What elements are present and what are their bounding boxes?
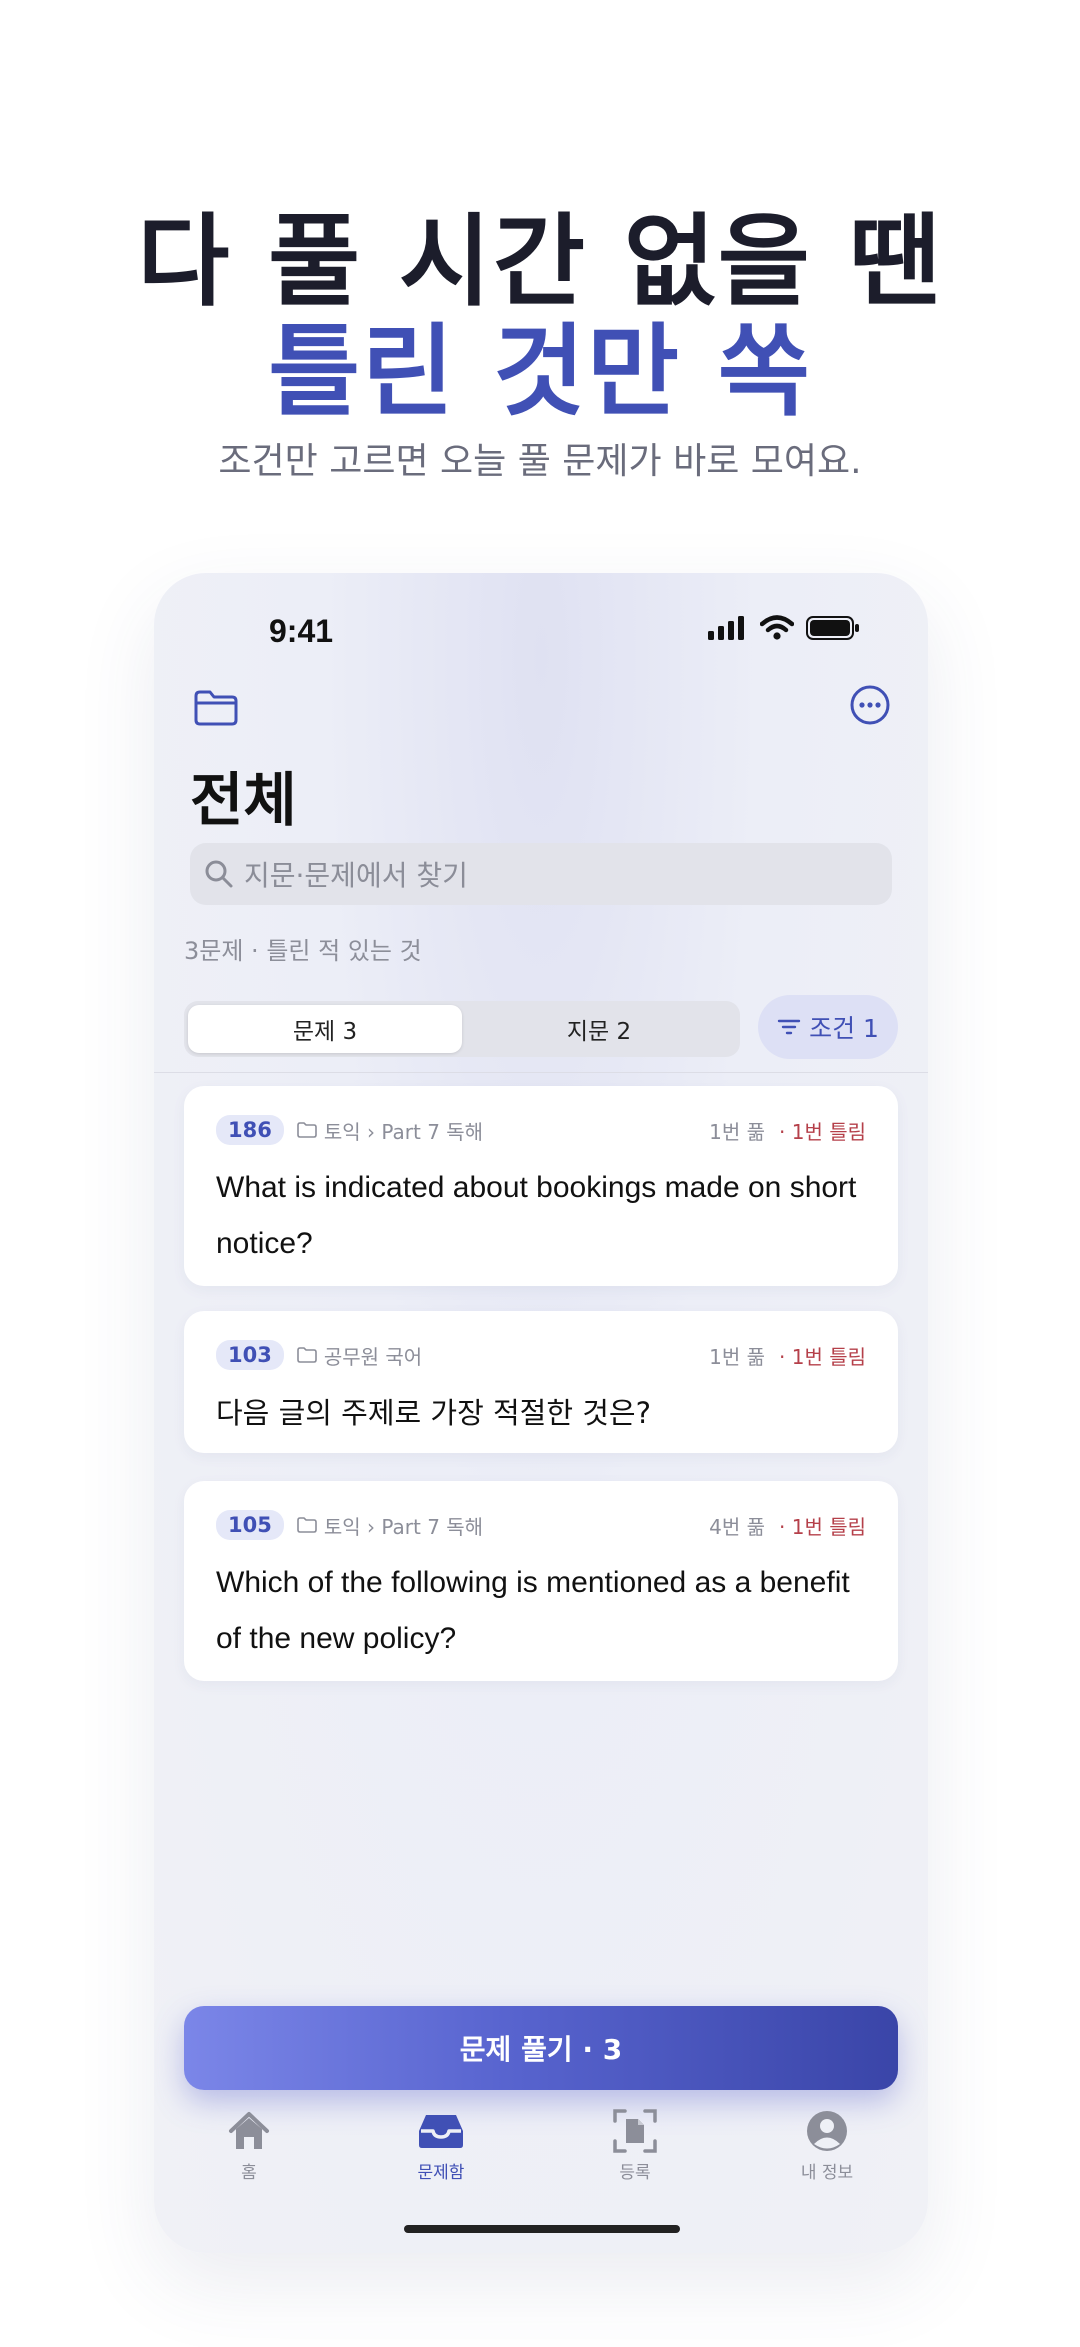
folder-icon xyxy=(297,1517,317,1533)
question-text: What is indicated about bookings made on… xyxy=(216,1171,857,1260)
headline-line-2: 틀린 것만 쏙 xyxy=(268,313,812,430)
result-summary: 3문제 · 틀린 적 있는 것 xyxy=(184,937,422,965)
question-card[interactable]: 186 토익 › Part 7 독해 1번 풂 · 1번 틀림 What is … xyxy=(184,1086,898,1286)
filter-icon xyxy=(777,1019,801,1035)
page-title: 전체 xyxy=(190,766,297,834)
folder-icon xyxy=(297,1347,317,1363)
tab-bar: 홈 문제함 등록 내 정보 xyxy=(154,2108,928,2198)
divider xyxy=(154,1072,928,1073)
question-text: Which of the following is mentioned as a… xyxy=(216,1566,850,1655)
wrong-count: · 1번 틀림 xyxy=(779,1119,866,1144)
home-icon xyxy=(229,2112,269,2149)
tab-register[interactable]: 등록 xyxy=(560,2108,710,2183)
tab-label: 등록 xyxy=(619,2163,651,2183)
wrong-count: · 1번 틀림 xyxy=(779,1514,866,1539)
filter-label: 조건 1 xyxy=(809,1014,879,1043)
promo-subtitle: 조건만 고르면 오늘 풀 문제가 바로 모여요. xyxy=(218,441,862,482)
tab-profile[interactable]: 내 정보 xyxy=(752,2108,902,2183)
question-card[interactable]: 105 토익 › Part 7 독해 4번 풂 · 1번 틀림 Which of… xyxy=(184,1481,898,1681)
card-meta: 103 공무원 국어 1번 풂 · 1번 틀림 xyxy=(216,1339,866,1371)
more-button[interactable] xyxy=(848,683,892,727)
wifi-icon xyxy=(760,615,794,640)
cellular-signal-icon xyxy=(708,616,744,640)
tab-label: 내 정보 xyxy=(800,2163,854,2183)
tab-inbox[interactable]: 문제함 xyxy=(366,2108,516,2183)
category-path: 토익 › Part 7 독해 xyxy=(323,1119,484,1144)
tab-label: 홈 xyxy=(241,2163,257,2183)
segment-passages[interactable]: 지문 2 xyxy=(462,1005,736,1053)
solve-problems-button[interactable]: 문제 풀기 · 3 xyxy=(184,2006,898,2090)
question-number-badge: 105 xyxy=(216,1510,284,1540)
card-meta: 105 토익 › Part 7 독해 4번 풂 · 1번 틀림 xyxy=(216,1509,866,1541)
tab-label: 문제함 xyxy=(417,2163,465,2183)
folder-icon xyxy=(194,690,238,726)
profile-icon xyxy=(807,2111,847,2151)
phone-screen: 9:41 전체 지문·문제에서 찾기 3문제 · 틀린 적 있는 것 문제 3 … xyxy=(154,573,928,2253)
folder-button[interactable] xyxy=(192,688,240,728)
search-bar[interactable]: 지문·문제에서 찾기 xyxy=(190,843,892,905)
folder-icon xyxy=(297,1122,317,1138)
home-indicator xyxy=(404,2225,680,2233)
status-icons xyxy=(708,615,860,641)
question-number-badge: 186 xyxy=(216,1115,284,1145)
tab-home[interactable]: 홈 xyxy=(174,2108,324,2183)
search-input[interactable]: 지문·문제에서 찾기 xyxy=(244,854,468,894)
filter-button[interactable]: 조건 1 xyxy=(758,995,898,1059)
battery-icon xyxy=(806,616,859,640)
more-icon xyxy=(850,685,890,725)
category-path: 공무원 국어 xyxy=(323,1344,423,1369)
card-meta: 186 토익 › Part 7 독해 1번 풂 · 1번 틀림 xyxy=(216,1114,866,1146)
category-path: 토익 › Part 7 독해 xyxy=(323,1514,484,1539)
search-icon xyxy=(205,860,233,888)
solved-count: 4번 풂 xyxy=(709,1514,765,1539)
status-time: 9:41 xyxy=(269,613,334,649)
question-number-badge: 103 xyxy=(216,1340,284,1370)
inbox-icon xyxy=(419,2115,463,2148)
wrong-count: · 1번 틀림 xyxy=(779,1344,866,1369)
question-card[interactable]: 103 공무원 국어 1번 풂 · 1번 틀림 다음 글의 주제로 가장 적절한… xyxy=(184,1311,898,1453)
question-text: 다음 글의 주제로 가장 적절한 것은? xyxy=(216,1396,652,1430)
solved-count: 1번 풂 xyxy=(709,1119,765,1144)
segment-questions[interactable]: 문제 3 xyxy=(188,1005,462,1053)
segmented-control: 문제 3 지문 2 xyxy=(184,1001,740,1057)
scan-icon xyxy=(613,2109,657,2153)
solved-count: 1번 풂 xyxy=(709,1344,765,1369)
